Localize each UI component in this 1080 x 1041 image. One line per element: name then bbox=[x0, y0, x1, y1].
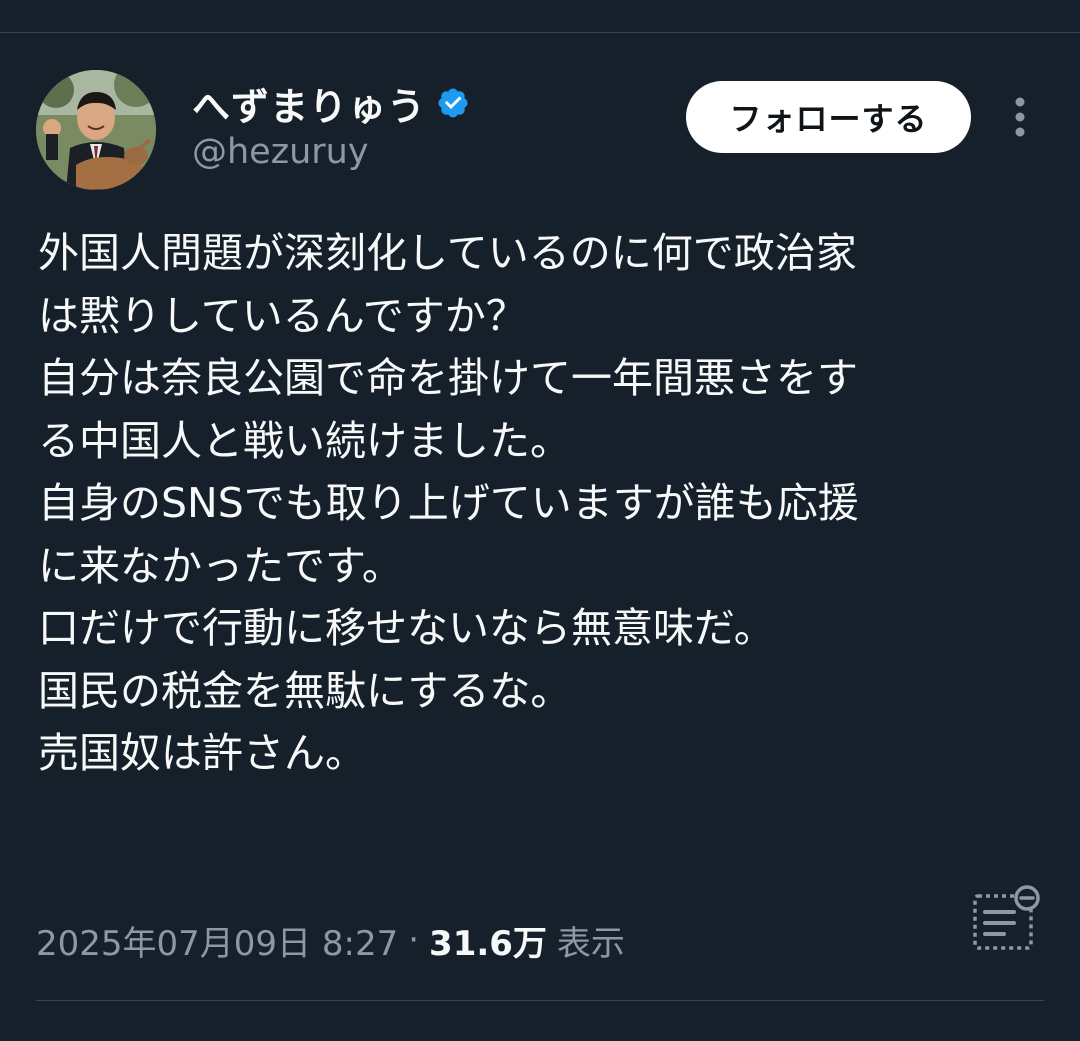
tweet-line: 自分は奈良公園で命を掛けて一年間悪さをす bbox=[38, 354, 858, 402]
tweet-line: る中国人と戦い続けました。 bbox=[38, 416, 571, 465]
tweet-line: 外国人問題が深刻化しているのに何で政治家 bbox=[38, 229, 857, 277]
meta-separator: · bbox=[408, 920, 420, 960]
tweet-meta: 2025年07月09日 8:27 · 31.6万 表示 bbox=[36, 912, 625, 968]
verified-badge-icon bbox=[438, 88, 468, 118]
timestamp[interactable]: 2025年07月09日 8:27 bbox=[36, 916, 398, 965]
tweet-line: 自身のSNSでも取り上げていますが誰も応援 bbox=[38, 479, 859, 527]
more-vertical-icon[interactable] bbox=[1005, 96, 1035, 140]
tweet-line: は黙りしているんですか？ bbox=[38, 291, 527, 340]
tweet-line: 口だけで行動に移せないなら無意味だ。 bbox=[38, 604, 775, 652]
tweet-line: 売国奴は許さん。 bbox=[38, 729, 366, 777]
avatar[interactable] bbox=[36, 70, 156, 190]
tweet-line: に来なかったです。 bbox=[38, 541, 403, 590]
display-name[interactable]: へずまりゅう bbox=[192, 76, 426, 131]
tweet-text: 外国人問題が深刻化しているのに何で政治家 は黙りしているんですか？ 自分は奈良公… bbox=[38, 222, 1048, 785]
top-divider bbox=[0, 32, 1080, 33]
avatar-image bbox=[36, 70, 156, 190]
follow-button[interactable]: フォローする bbox=[686, 81, 971, 153]
user-handle[interactable]: @hezuruy bbox=[192, 132, 369, 172]
post-summary-icon[interactable] bbox=[970, 882, 1046, 958]
view-count-label: 表示 bbox=[556, 923, 625, 964]
bottom-divider bbox=[36, 1000, 1044, 1001]
display-name-row[interactable]: へずまりゅう bbox=[192, 76, 470, 131]
tweet-line: 国民の税金を無駄にするな。 bbox=[38, 666, 572, 715]
view-count[interactable]: 31.6万 bbox=[429, 916, 547, 965]
